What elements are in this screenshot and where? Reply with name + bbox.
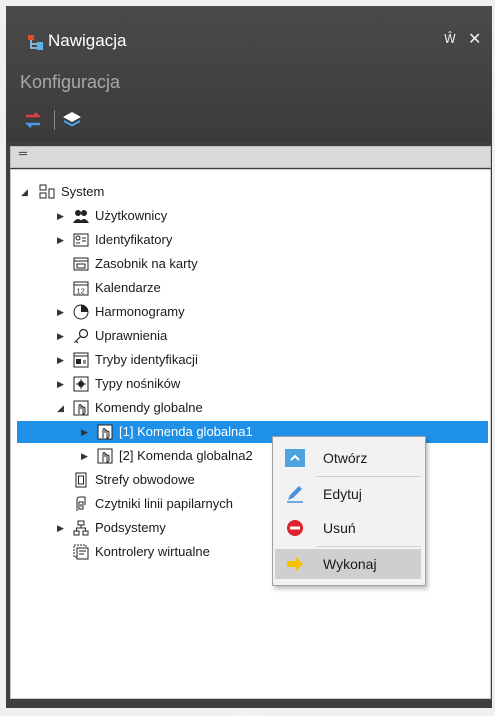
- navigation-panel: Nawigacja Ŵ ✕ Konfiguracja ═ ◢ System ▶ …: [6, 6, 492, 716]
- panel-title: Nawigacja: [48, 31, 127, 50]
- tree-label: Uprawnienia: [95, 328, 168, 343]
- delete-icon: [287, 520, 303, 536]
- command-icon: [73, 400, 89, 416]
- id-card-icon: [73, 233, 89, 247]
- tree-node-media-types[interactable]: ▶ Typy nośników: [17, 373, 277, 395]
- tree-label: Tryby identyfikacji: [95, 352, 198, 367]
- context-menu: Otwórz Edytuj Usuń Wykonaj: [272, 436, 426, 586]
- collapsed-arrow-icon[interactable]: ▶: [57, 325, 67, 347]
- pencil-icon: [287, 486, 303, 503]
- menu-item-label: Usuń: [323, 520, 356, 536]
- clock-icon: [73, 304, 89, 320]
- collapsed-arrow-icon[interactable]: ▶: [57, 373, 67, 395]
- tree-label: [1] Komenda globalna1: [119, 424, 253, 439]
- collapsed-arrow-icon[interactable]: ▶: [57, 205, 67, 227]
- pin-icon[interactable]: Ŵ: [444, 32, 456, 46]
- zone-icon: [75, 472, 87, 488]
- menu-separator: [317, 476, 421, 477]
- tree-label: Identyfikatory: [95, 232, 173, 247]
- key-icon: [74, 328, 89, 344]
- panel-header: Nawigacja Ŵ ✕ Konfiguracja: [6, 6, 492, 142]
- tree-node-users[interactable]: ▶ Użytkownicy: [17, 205, 277, 227]
- open-menu-item[interactable]: Otwórz: [275, 443, 421, 473]
- tree-label: Harmonogramy: [95, 304, 185, 319]
- tree-node-subsystems[interactable]: ▶ Podsystemy: [17, 517, 277, 539]
- command-icon: [97, 424, 113, 440]
- tree-node-perimeter-zones[interactable]: Strefy obwodowe: [17, 469, 277, 491]
- menu-separator: [317, 546, 421, 547]
- tree-node-global-commands[interactable]: ◢ Komendy globalne: [17, 397, 277, 419]
- tree-label: Komendy globalne: [95, 400, 203, 415]
- resize-grip[interactable]: ......: [235, 702, 264, 716]
- collapsed-arrow-icon[interactable]: ▶: [57, 301, 67, 323]
- users-icon: [73, 210, 89, 223]
- tree-node-calendars[interactable]: 12 Kalendarze: [17, 277, 277, 299]
- collapse-all-icon[interactable]: ═: [19, 147, 27, 162]
- svg-text:12: 12: [77, 287, 85, 296]
- menu-item-label: Wykonaj: [323, 556, 377, 572]
- tree-label: Czytniki linii papilarnych: [95, 496, 233, 511]
- edit-menu-item[interactable]: Edytuj: [275, 479, 421, 509]
- collapsed-arrow-icon[interactable]: ▶: [81, 421, 91, 443]
- tree-label: Użytkownicy: [95, 208, 168, 223]
- collapsed-arrow-icon[interactable]: ▶: [57, 349, 67, 371]
- delete-menu-item[interactable]: Usuń: [275, 513, 421, 543]
- tree-label: Typy nośników: [95, 376, 181, 391]
- tree-label: [2] Komenda globalna2: [119, 448, 253, 463]
- menu-item-label: Otwórz: [323, 450, 368, 466]
- tree-node-permissions[interactable]: ▶ Uprawnienia: [17, 325, 277, 347]
- tree-node-identifiers[interactable]: ▶ Identyfikatory: [17, 229, 277, 251]
- tree-node-virtual-controllers[interactable]: Kontrolery wirtualne: [17, 541, 277, 563]
- open-icon: [285, 449, 305, 467]
- virtual-controller-icon: [73, 544, 89, 560]
- collapsed-arrow-icon[interactable]: ▶: [57, 517, 67, 539]
- tree-node-card-tray[interactable]: Zasobnik na karty: [17, 253, 277, 275]
- tree-node-identification-modes[interactable]: ▶ Tryby identyfikacji: [17, 349, 277, 371]
- tree-label: Strefy obwodowe: [95, 472, 195, 487]
- tree-label: Kalendarze: [95, 280, 161, 295]
- collapsed-arrow-icon[interactable]: ▶: [81, 445, 91, 467]
- arrow-right-icon: [287, 557, 303, 571]
- layers-icon[interactable]: [61, 109, 83, 131]
- toolbar: [22, 108, 322, 134]
- close-icon[interactable]: ✕: [468, 29, 481, 48]
- tree-label: System: [61, 184, 105, 199]
- expanded-arrow-icon[interactable]: ◢: [21, 181, 31, 203]
- tree-node-global-command-2[interactable]: ▶ [2] Komenda globalna2: [17, 445, 307, 467]
- tree-node-system[interactable]: ◢ System: [17, 181, 217, 203]
- title-bar: Nawigacja Ŵ ✕: [6, 28, 492, 58]
- card-tray-icon: [73, 257, 89, 271]
- tree-node-schedules[interactable]: ▶ Harmonogramy: [17, 301, 277, 323]
- sync-icon[interactable]: [22, 108, 44, 132]
- calendar-icon: 12: [73, 281, 89, 296]
- navigation-tree-icon: [28, 35, 43, 50]
- system-icon: [39, 184, 55, 199]
- mode-icon: [73, 352, 89, 368]
- subsystems-icon: [73, 520, 89, 536]
- navigation-tree: ◢ System ▶ Użytkownicy ▶ Identyfikatory …: [10, 169, 491, 699]
- tree-label: Kontrolery wirtualne: [95, 544, 210, 559]
- command-icon: [97, 448, 113, 464]
- toolbar-separator: [54, 110, 55, 130]
- panel-subtitle: Konfiguracja: [20, 72, 121, 92]
- tree-node-fingerprint-readers[interactable]: Czytniki linii papilarnych: [17, 493, 277, 515]
- media-type-icon: [73, 376, 89, 392]
- tree-label: Podsystemy: [95, 520, 166, 535]
- collapsed-arrow-icon[interactable]: ▶: [57, 229, 67, 251]
- tree-label: Zasobnik na karty: [95, 256, 198, 271]
- menu-item-label: Edytuj: [323, 486, 362, 502]
- expanded-arrow-icon[interactable]: ◢: [57, 397, 67, 419]
- execute-menu-item[interactable]: Wykonaj: [275, 549, 421, 579]
- collapse-bar[interactable]: ═: [10, 146, 491, 168]
- fingerprint-reader-icon: [76, 496, 86, 511]
